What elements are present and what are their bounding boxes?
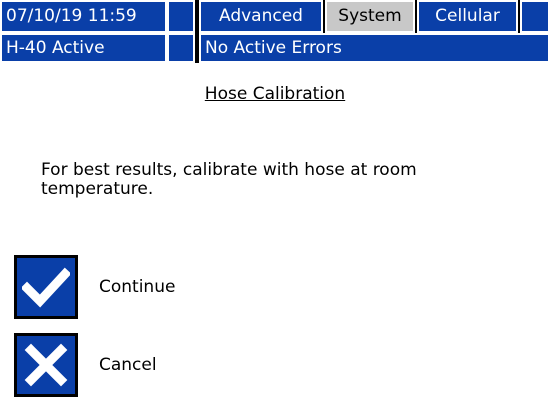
error-status: No Active Errors [199,33,550,63]
tab-more[interactable] [520,0,550,33]
tab-cellular[interactable]: Cellular [417,0,518,33]
screen-title-container: Hose Calibration [0,84,550,104]
calibration-message: For best results, calibrate with hose at… [41,160,417,199]
cancel-button[interactable] [14,333,78,397]
cancel-label: Cancel [99,355,157,375]
x-icon [24,343,68,387]
continue-label: Continue [99,277,176,297]
page-title: Hose Calibration [204,84,346,104]
datetime-display: 07/10/19 11:59 [0,0,167,33]
mode-status: H-40 Active [0,33,167,63]
tab-system[interactable]: System [325,0,415,33]
status-indicator-1 [167,0,195,33]
cancel-action[interactable]: Cancel [14,333,157,397]
continue-action[interactable]: Continue [14,255,175,319]
status-indicator-2 [167,33,195,63]
checkmark-icon [22,267,70,308]
tab-advanced[interactable]: Advanced [199,0,323,33]
continue-button[interactable] [14,255,78,319]
